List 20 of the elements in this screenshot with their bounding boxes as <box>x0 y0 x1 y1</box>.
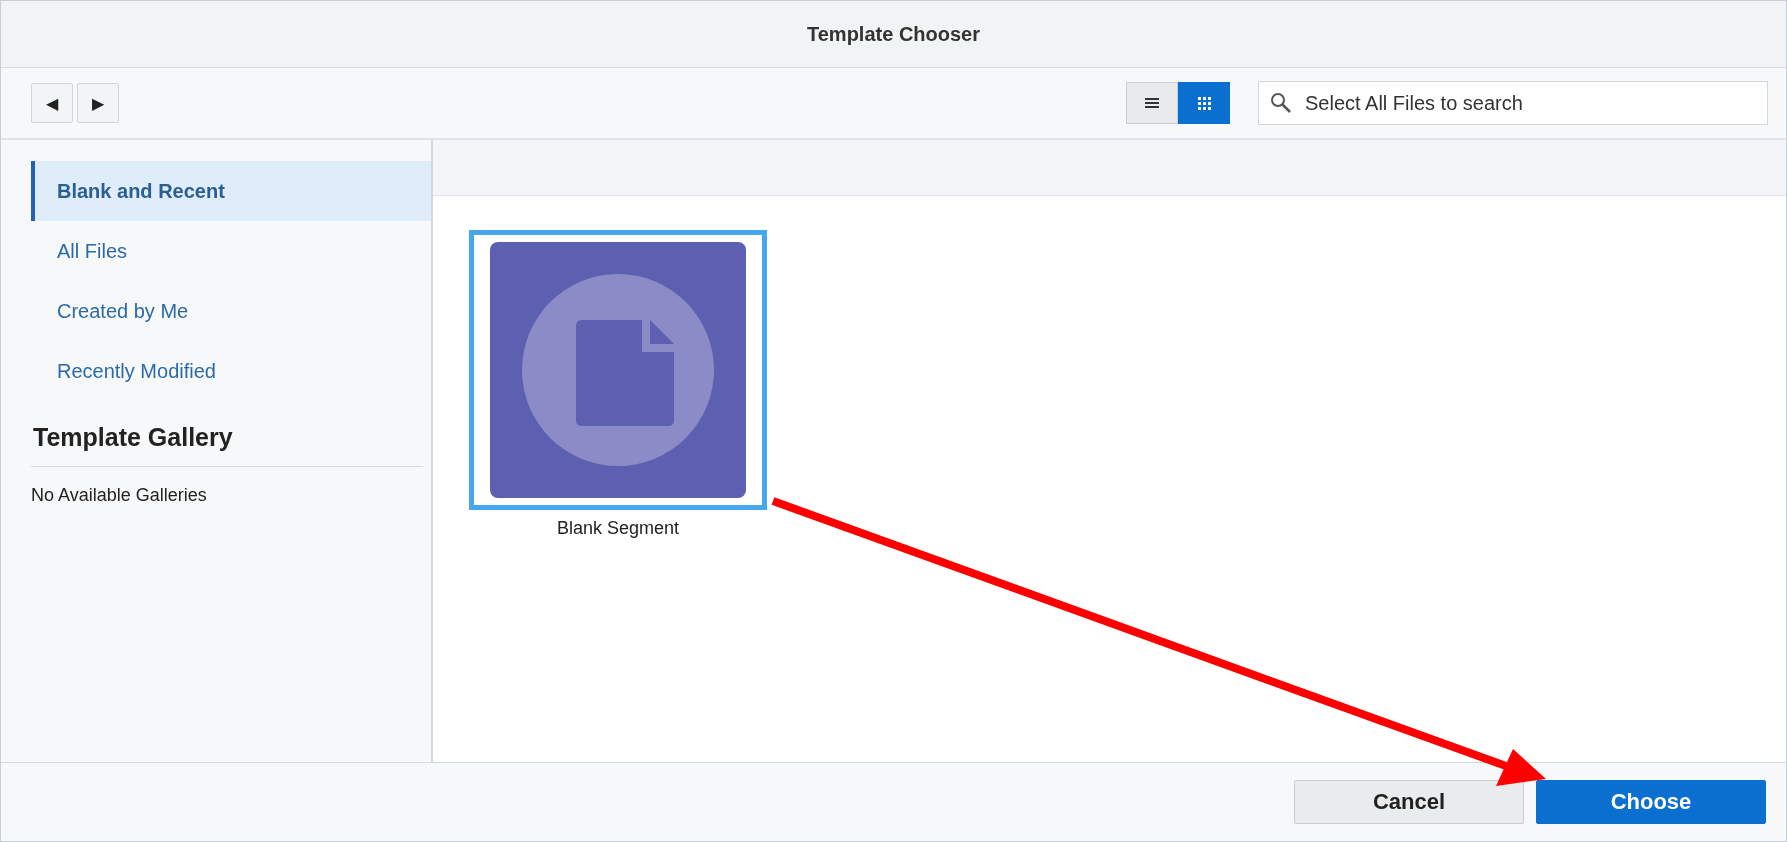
search-field[interactable]: Select All Files to search <box>1258 81 1768 125</box>
sidebar-item[interactable]: Blank and Recent <box>31 161 431 221</box>
grid-icon <box>1197 96 1211 110</box>
window-title: Template Chooser <box>807 22 980 46</box>
nav-button[interactable]: ◀ <box>31 83 73 123</box>
sidebar-item[interactable]: Recently Modified <box>31 341 431 401</box>
sidebar-item[interactable]: Created by Me <box>31 281 431 341</box>
template-label: Blank Segment <box>556 518 680 539</box>
section-heading: Template Gallery <box>31 423 423 467</box>
cancel-button[interactable]: Cancel <box>1294 780 1524 824</box>
search-icon <box>1270 92 1292 114</box>
choose-button[interactable]: Choose <box>1536 780 1766 824</box>
template-tile[interactable] <box>469 230 767 510</box>
document-icon <box>490 242 746 498</box>
nav-button[interactable]: ▶ <box>77 83 119 123</box>
empty-message: No Available Galleries <box>31 485 208 506</box>
grid-view-button[interactable] <box>1178 82 1230 124</box>
sidebar-item[interactable]: All Files <box>31 221 431 281</box>
list-view-button[interactable] <box>1126 82 1178 124</box>
list-icon <box>1145 97 1159 109</box>
